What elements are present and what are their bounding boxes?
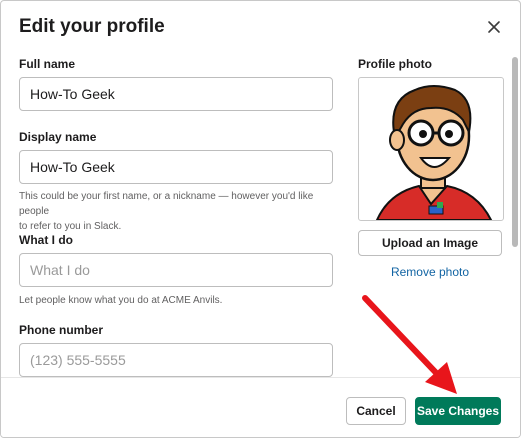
full-name-label: Full name	[19, 57, 76, 71]
profile-photo	[358, 77, 504, 221]
content-scrollbar[interactable]	[512, 57, 518, 247]
close-icon	[488, 21, 500, 33]
dialog-footer: Cancel Save Changes	[1, 377, 520, 437]
phone-number-label: Phone number	[19, 323, 104, 337]
display-name-hint-line1: This could be your first name, or a nick…	[19, 191, 314, 217]
display-name-label: Display name	[19, 130, 97, 144]
dialog-header: Edit your profile	[1, 1, 520, 55]
display-name-hint-line2: to refer to you in Slack.	[19, 221, 122, 232]
what-i-do-hint: Let people know what you do at ACME Anvi…	[19, 295, 223, 306]
dialog-title: Edit your profile	[19, 16, 165, 37]
remove-photo-link[interactable]: Remove photo	[358, 265, 502, 279]
full-name-input[interactable]: How-To Geek	[19, 77, 333, 111]
cartoon-avatar-image	[375, 85, 493, 220]
what-i-do-label: What I do	[19, 233, 73, 247]
cancel-button[interactable]: Cancel	[346, 397, 406, 425]
upload-image-button[interactable]: Upload an Image	[358, 230, 502, 256]
what-i-do-input[interactable]: What I do	[19, 253, 333, 287]
profile-photo-label: Profile photo	[358, 57, 432, 71]
display-name-hint: This could be your first name, or a nick…	[19, 189, 339, 234]
save-changes-button[interactable]: Save Changes	[415, 397, 501, 425]
display-name-input[interactable]: How-To Geek	[19, 150, 333, 184]
edit-profile-dialog: Edit your profile Full name How-To Geek …	[0, 0, 521, 438]
close-button[interactable]	[484, 17, 504, 37]
phone-number-input[interactable]: (123) 555-5555	[19, 343, 333, 377]
dialog-content[interactable]: Full name How-To Geek Display name How-T…	[1, 55, 520, 377]
